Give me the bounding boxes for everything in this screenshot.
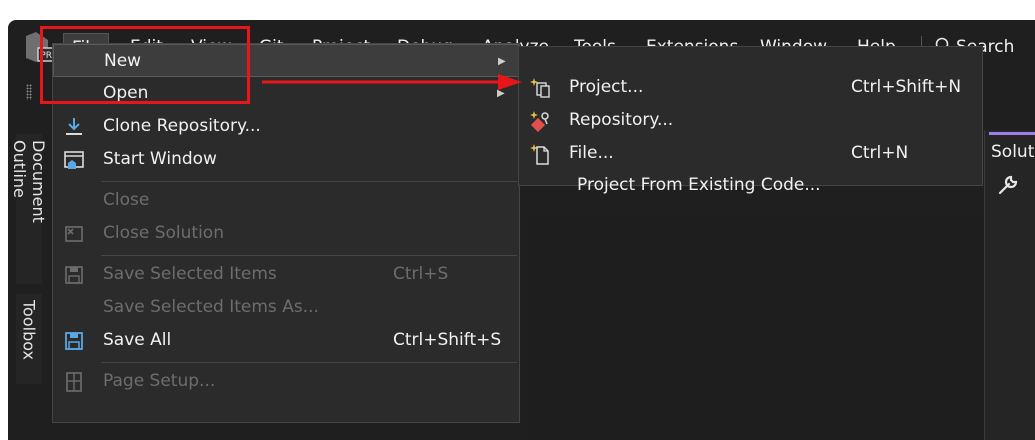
editor-area: [528, 215, 983, 440]
tab-toolbox[interactable]: Toolbox: [16, 294, 42, 384]
menu-item-shortcut: Ctrl+Shift+S: [393, 330, 502, 350]
menu-item-page-setup[interactable]: Page Setup...: [53, 365, 519, 398]
menu-item-label: Save Selected Items: [103, 264, 277, 284]
menu-item-close-solution[interactable]: Close Solution: [53, 217, 519, 250]
active-tab-indicator: [989, 132, 1035, 135]
menu-item-label: Clone Repository...: [103, 116, 261, 136]
menu-separator: [101, 362, 517, 363]
menu-item-label: Close Solution: [103, 223, 224, 243]
menu-item-save-selected-as[interactable]: Save Selected Items As...: [53, 291, 519, 324]
solution-explorer-title[interactable]: Soluti: [991, 142, 1035, 162]
wrench-icon[interactable]: [997, 174, 1019, 196]
solution-explorer-panel: Soluti: [984, 130, 1035, 440]
menu-item-start-window[interactable]: Start Window: [53, 143, 519, 176]
left-tool-strip: Document Outline Toolbox: [8, 134, 58, 440]
menu-item-label: Save All: [103, 330, 172, 350]
download-icon: [66, 118, 82, 135]
annotation-highlight-box: [40, 26, 250, 104]
menu-item-save-selected[interactable]: Save Selected Items Ctrl+S: [53, 258, 519, 291]
new-repository-icon: [530, 111, 549, 132]
menu-separator: [101, 255, 517, 256]
submenu-item-repository[interactable]: Repository...: [519, 104, 982, 137]
submenu-item-label: Project From Existing Code...: [577, 175, 821, 195]
menu-item-label: Start Window: [103, 149, 217, 169]
menu-item-save-all[interactable]: Save All Ctrl+Shift+S: [53, 324, 519, 357]
submenu-item-shortcut: Ctrl+N: [851, 143, 909, 163]
new-file-icon: [530, 144, 549, 165]
submenu-item-project[interactable]: Project... Ctrl+Shift+N: [519, 71, 982, 104]
submenu-item-label: Repository...: [569, 110, 674, 130]
menu-item-clone-repository[interactable]: Clone Repository...: [53, 110, 519, 143]
menu-item-shortcut: Ctrl+S: [393, 264, 449, 284]
close-solution-icon: [65, 226, 83, 242]
annotation-arrow-icon: [262, 74, 522, 90]
menu-item-label: Save Selected Items As...: [103, 297, 319, 317]
toolbar-grip[interactable]: [26, 84, 32, 100]
new-project-icon: [530, 78, 550, 98]
new-submenu: Project... Ctrl+Shift+N Repository... Fi…: [518, 46, 983, 186]
submenu-item-file[interactable]: File... Ctrl+N: [519, 137, 982, 170]
start-window-icon: [64, 151, 84, 169]
save-icon: [65, 266, 83, 284]
submenu-item-shortcut: Ctrl+Shift+N: [851, 77, 962, 97]
submenu-item-label: Project...: [569, 77, 644, 97]
save-all-icon: [65, 332, 83, 350]
submenu-item-project-from-existing-code[interactable]: Project From Existing Code...: [518, 169, 981, 202]
menu-item-label: Page Setup...: [103, 371, 216, 391]
menu-item-label: Close: [103, 190, 150, 210]
menu-separator: [101, 181, 517, 182]
tab-document-outline[interactable]: Document Outline: [10, 134, 48, 284]
submenu-item-label: File...: [569, 143, 614, 163]
menu-item-close[interactable]: Close: [53, 184, 519, 217]
page-setup-icon: [66, 372, 82, 392]
